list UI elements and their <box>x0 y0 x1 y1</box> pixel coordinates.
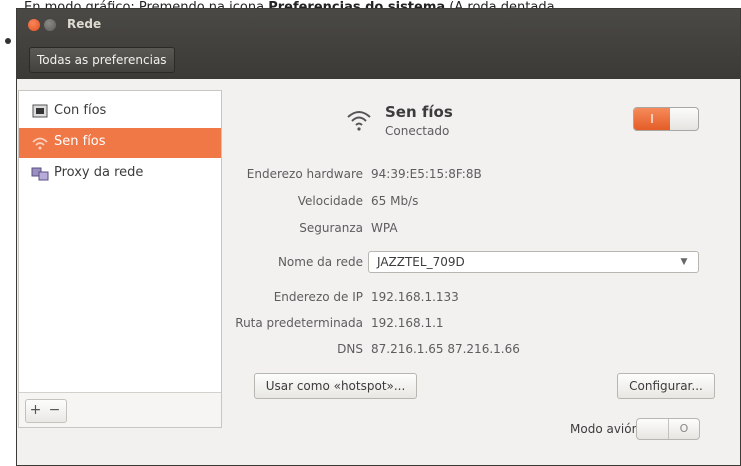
network-name-dropdown[interactable]: JAZZTEL_709D ▼ <box>368 251 699 273</box>
network-name-value: JAZZTEL_709D <box>377 255 465 269</box>
wired-network-icon <box>32 104 48 118</box>
configure-button[interactable]: Configurar... <box>617 373 715 399</box>
default-route-value: 192.168.1.1 <box>371 316 444 330</box>
speed-value: 65 Mb/s <box>371 194 419 208</box>
list-bullet <box>5 38 11 44</box>
hardware-address-value: 94:39:E5:15:8F:8B <box>371 167 482 181</box>
sidebar-item-label: Proxy da rede <box>54 165 144 180</box>
network-name-title: Sen fíos <box>385 103 453 121</box>
dns-label: DNS <box>337 342 363 356</box>
window-title: Rede <box>67 17 102 31</box>
close-window-button[interactable] <box>28 19 40 31</box>
titlebar: Rede Todas as preferencias <box>17 9 740 79</box>
wireless-toggle[interactable]: I <box>633 107 699 131</box>
dns-value: 87.216.1.65 87.216.1.66 <box>371 342 520 356</box>
proxy-icon <box>31 167 49 181</box>
default-route-label: Ruta predeterminada <box>235 316 363 330</box>
hotspot-button[interactable]: Usar como «hotspot»... <box>254 373 417 399</box>
connection-status: Conectado <box>385 124 450 138</box>
chevron-down-icon: ▼ <box>680 257 688 267</box>
sidebar-item-label: Con fíos <box>54 103 107 118</box>
sidebar-item-wireless[interactable]: Sen fíos <box>19 128 221 158</box>
remove-device-button[interactable]: − <box>45 400 64 420</box>
network-device-list: Con fíos Sen fíos Proxy da rede + − <box>18 90 222 428</box>
speed-label: Velocidade <box>297 194 363 208</box>
network-name-label: Nome da rede <box>277 255 363 269</box>
minimize-window-button[interactable] <box>44 19 56 31</box>
sidebar-item-label: Sen fíos <box>54 134 106 149</box>
ip-address-value: 192.168.1.133 <box>371 290 459 304</box>
ip-address-label: Enderezo de IP <box>273 290 363 304</box>
sidebar-toolbar: + − <box>19 392 221 427</box>
security-value: WPA <box>371 221 398 235</box>
add-device-button[interactable]: + <box>26 400 45 420</box>
security-label: Seguranza <box>299 221 363 235</box>
add-remove-group: + − <box>25 399 67 423</box>
sidebar-item-proxy[interactable]: Proxy da rede <box>19 159 221 189</box>
airplane-mode-label: Modo avión <box>570 422 640 436</box>
wifi-signal-icon <box>347 111 371 131</box>
wireless-network-icon <box>32 137 48 150</box>
sidebar-item-wired[interactable]: Con fíos <box>19 97 221 127</box>
toggle-on-label: I <box>634 108 670 130</box>
hardware-address-label: Enderezo hardware <box>246 167 363 181</box>
toggle-off-label: O <box>668 419 699 439</box>
airplane-mode-toggle[interactable]: O <box>636 418 700 440</box>
all-preferences-button[interactable]: Todas as preferencias <box>29 47 175 73</box>
